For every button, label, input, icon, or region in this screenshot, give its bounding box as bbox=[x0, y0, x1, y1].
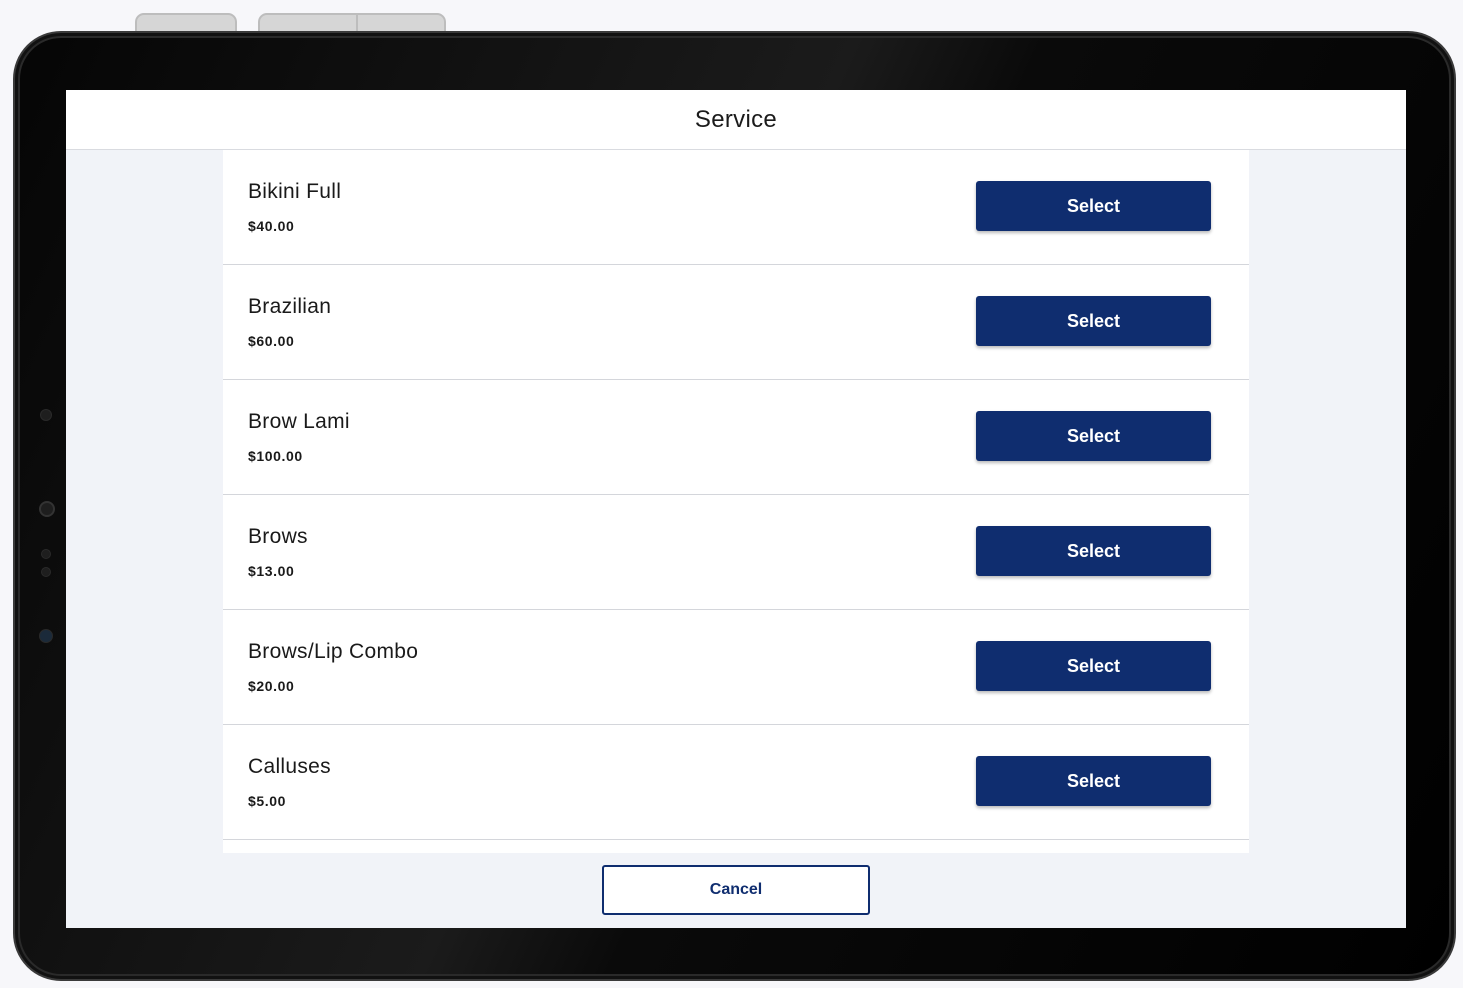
app-screen: Service Bikini Full $40.00 Select Brazil… bbox=[66, 90, 1406, 928]
service-name: Brow Lami bbox=[248, 410, 350, 433]
service-name: Calluses bbox=[248, 755, 331, 778]
cancel-button[interactable]: Cancel bbox=[602, 865, 870, 915]
select-button[interactable]: Select bbox=[976, 296, 1211, 346]
service-price: $20.00 bbox=[248, 678, 295, 694]
service-name: Brows bbox=[248, 525, 308, 548]
select-button[interactable]: Select bbox=[976, 641, 1211, 691]
service-price: $40.00 bbox=[248, 218, 295, 234]
sensor-dot bbox=[39, 629, 53, 643]
select-button[interactable]: Select bbox=[976, 526, 1211, 576]
page-title: Service bbox=[694, 105, 778, 133]
sensor-dot bbox=[41, 567, 51, 577]
service-name: Brazilian bbox=[248, 295, 332, 318]
service-price: $5.00 bbox=[248, 793, 287, 809]
camera-icon bbox=[39, 501, 55, 517]
service-list[interactable]: Bikini Full $40.00 Select Brazilian $60.… bbox=[223, 150, 1249, 853]
service-row: Bikini Full $40.00 Select bbox=[223, 150, 1249, 265]
select-button[interactable]: Select bbox=[976, 756, 1211, 806]
service-price: $60.00 bbox=[248, 333, 295, 349]
select-button[interactable]: Select bbox=[976, 411, 1211, 461]
sensor-dot bbox=[40, 409, 52, 421]
sensor-dot bbox=[41, 549, 51, 559]
service-row: Brows/Lip Combo $20.00 Select bbox=[223, 610, 1249, 725]
service-price: $100.00 bbox=[248, 448, 303, 464]
select-button[interactable]: Select bbox=[976, 181, 1211, 231]
service-price: $13.00 bbox=[248, 563, 295, 579]
service-name: Bikini Full bbox=[248, 180, 342, 203]
service-row: Brows $13.00 Select bbox=[223, 495, 1249, 610]
service-row: Brow Lami $100.00 Select bbox=[223, 380, 1249, 495]
service-name: Brows/Lip Combo bbox=[248, 640, 419, 663]
app-header: Service bbox=[66, 90, 1406, 150]
service-row: Brazilian $60.00 Select bbox=[223, 265, 1249, 380]
service-row: Calluses $5.00 Select bbox=[223, 725, 1249, 840]
